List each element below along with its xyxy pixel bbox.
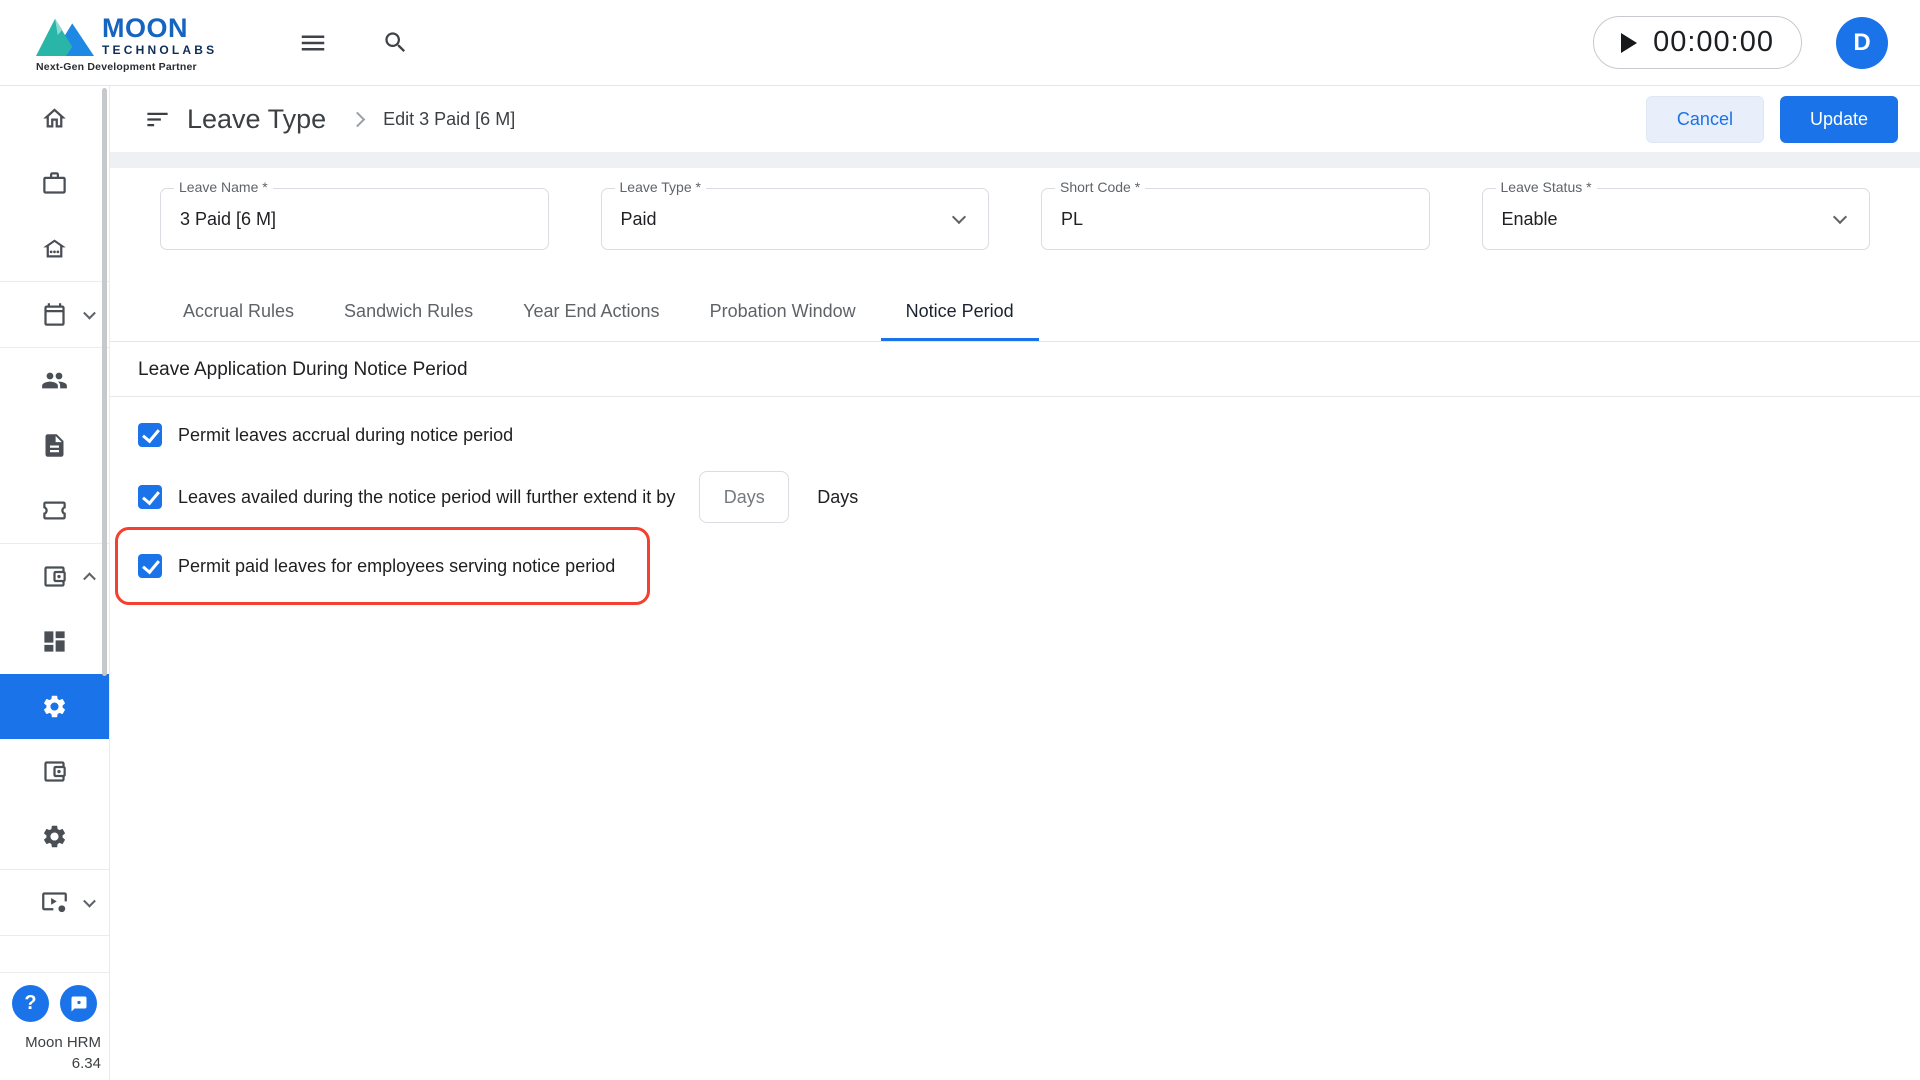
tab-bar: Accrual Rules Sandwich Rules Year End Ac… [110, 284, 1920, 342]
chevron-down-icon [83, 306, 96, 320]
chat-button[interactable] [60, 985, 97, 1022]
menu-toggle-button[interactable] [292, 22, 334, 64]
logo-name: MOON [102, 13, 188, 44]
timer-widget[interactable]: 00:00:00 [1593, 16, 1802, 69]
sidebar-item-documents[interactable] [0, 413, 109, 478]
wallet-icon [44, 566, 66, 587]
sidebar-divider [0, 935, 109, 936]
search-button[interactable] [376, 23, 415, 62]
leave-status-select[interactable]: Leave Status * Enable [1481, 179, 1870, 250]
field-label: Leave Name * [174, 179, 273, 195]
sidebar-item-dashboard[interactable] [0, 609, 109, 674]
sidebar-item-settings-active[interactable] [0, 674, 109, 739]
sidebar-item-settings[interactable] [0, 804, 109, 869]
sidebar-item-tickets[interactable] [0, 478, 109, 543]
wallet-icon [44, 761, 66, 782]
logo[interactable]: MOON TECHNOLABS Next-Gen Development Par… [0, 6, 278, 79]
search-icon [385, 32, 406, 53]
checkbox-list: Permit leaves accrual during notice peri… [110, 397, 1920, 605]
checkbox-row-extend-notice[interactable]: Leaves availed during the notice period … [138, 471, 858, 523]
breadcrumb: Edit 3 Paid [6 M] [383, 108, 516, 129]
field-value: Paid [620, 208, 657, 229]
groups-icon [42, 372, 67, 389]
sidebar-item-video[interactable] [0, 870, 109, 935]
checkbox-label: Permit leaves accrual during notice peri… [178, 424, 514, 445]
home-icon [43, 108, 66, 128]
chevron-down-icon [951, 209, 967, 225]
field-value: PL [1061, 208, 1084, 229]
tab-accrual-rules[interactable]: Accrual Rules [158, 284, 319, 341]
main-content: Leave Type Edit 3 Paid [6 M] Cancel Upda… [110, 86, 1920, 1080]
app-name: Moon HRM [25, 1034, 101, 1051]
header-content-divider [110, 152, 1920, 168]
sidebar-item-calendar[interactable] [0, 282, 109, 347]
calendar-icon [44, 303, 65, 326]
tab-probation-window[interactable]: Probation Window [685, 284, 881, 341]
section-title: Leave Application During Notice Period [110, 342, 1920, 397]
checkbox-checked-icon[interactable] [138, 423, 162, 447]
chevron-down-icon [1832, 209, 1848, 225]
briefcase-icon [43, 172, 66, 194]
sort-icon[interactable] [144, 106, 171, 133]
tab-sandwich-rules[interactable]: Sandwich Rules [319, 284, 498, 341]
play-icon[interactable] [1621, 32, 1638, 53]
video-settings-icon [42, 892, 67, 913]
checkbox-checked-icon[interactable] [138, 554, 162, 578]
app-version: 6.34 [71, 1055, 101, 1072]
logo-tagline: Next-Gen Development Partner [36, 60, 197, 73]
sidebar-scrollbar[interactable] [102, 88, 107, 676]
timer-value: 00:00:00 [1653, 26, 1774, 58]
field-label: Short Code * [1055, 179, 1146, 195]
page-header: Leave Type Edit 3 Paid [6 M] Cancel Upda… [110, 86, 1920, 152]
chevron-right-icon [349, 111, 366, 127]
cancel-button[interactable]: Cancel [1645, 95, 1764, 143]
update-button[interactable]: Update [1779, 95, 1898, 143]
topbar: MOON TECHNOLABS Next-Gen Development Par… [0, 0, 1920, 86]
help-icon: ? [24, 992, 37, 1014]
sidebar-item-home[interactable] [0, 86, 109, 151]
form-fields-row: Leave Name * 3 Paid [6 M] Leave Type * P… [160, 179, 1870, 250]
sidebar-item-payroll[interactable] [0, 544, 109, 609]
field-label: Leave Status * [1495, 179, 1597, 195]
user-avatar[interactable]: D [1836, 16, 1888, 69]
checkbox-checked-icon[interactable] [138, 485, 162, 509]
tab-year-end-actions[interactable]: Year End Actions [498, 284, 684, 341]
gear-icon [43, 695, 66, 718]
hamburger-icon [301, 35, 325, 50]
dashboard-icon [44, 631, 65, 652]
days-input[interactable]: Days [699, 471, 790, 523]
sidebar-item-work[interactable] [0, 151, 109, 216]
chat-icon [71, 996, 86, 1011]
sidebar-item-employees[interactable] [0, 348, 109, 413]
help-button[interactable]: ? [12, 985, 49, 1022]
short-code-field[interactable]: Short Code * PL [1041, 179, 1430, 250]
field-label: Leave Type * [614, 179, 706, 195]
sidebar-item-organization[interactable] [0, 216, 109, 281]
document-icon [45, 434, 64, 457]
field-value: 3 Paid [6 M] [180, 208, 277, 229]
logo-subtitle: TECHNOLABS [102, 43, 218, 58]
sidebar: ? Moon HRM 6.34 [0, 86, 110, 1080]
content-area: Leave Name * 3 Paid [6 M] Leave Type * P… [110, 179, 1920, 605]
checkbox-row-permit-paid-leaves[interactable]: Permit paid leaves for employees serving… [138, 554, 615, 578]
page-title: Leave Type [187, 103, 327, 134]
leave-name-field[interactable]: Leave Name * 3 Paid [6 M] [160, 179, 549, 250]
leave-type-select[interactable]: Leave Type * Paid [600, 179, 989, 250]
red-highlight-annotation: Permit paid leaves for employees serving… [115, 527, 651, 605]
gear-icon [43, 825, 66, 848]
sidebar-item-wallet[interactable] [0, 739, 109, 804]
moon-logo-icon [36, 18, 94, 56]
field-value: Enable [1501, 208, 1558, 229]
checkbox-label: Permit paid leaves for employees serving… [178, 555, 616, 576]
ticket-icon [43, 501, 66, 520]
chevron-down-icon [83, 894, 96, 908]
chevron-up-icon [83, 571, 96, 585]
days-suffix-label: Days [817, 486, 859, 507]
other-house-icon [43, 239, 66, 258]
tab-notice-period[interactable]: Notice Period [880, 284, 1039, 341]
checkbox-row-permit-accrual[interactable]: Permit leaves accrual during notice peri… [138, 423, 513, 447]
sidebar-footer: ? Moon HRM 6.34 [0, 972, 109, 1080]
checkbox-label: Leaves availed during the notice period … [178, 486, 676, 507]
